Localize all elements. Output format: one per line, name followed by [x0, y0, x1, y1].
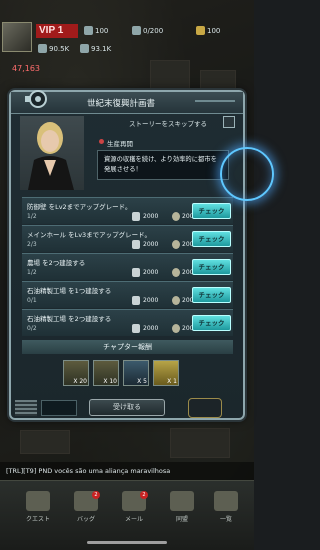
supply-crate-icon[interactable]: X 10 [93, 360, 119, 386]
nav-alliance[interactable]: 同盟 [162, 491, 202, 523]
gold-icon [196, 26, 205, 35]
check-button[interactable]: チェック [192, 315, 231, 331]
reward-count: X 10 [103, 378, 117, 385]
reward-count: X 20 [73, 378, 87, 385]
food-icon [172, 212, 180, 221]
quest-progress: 1/2 [27, 269, 37, 276]
quest-row: 石油精製工場 を1つ建設する 0/1 2000 2000 チェック [22, 281, 233, 308]
reward-silver-value: 2000 [143, 213, 159, 220]
check-button[interactable]: チェック [192, 287, 231, 303]
notification-badge: 2 [140, 491, 148, 499]
skip-story-label: ストーリーをスキップする [129, 120, 207, 128]
home-indicator[interactable] [87, 541, 167, 544]
claim-button[interactable]: 受け取る [89, 399, 165, 416]
food-icon [172, 296, 180, 305]
food-icon [172, 268, 180, 277]
quest-list: 防御壁 をLv2までアップグレード。 1/2 2000 2000 チェック メイ… [22, 197, 233, 337]
diamond-icon [84, 26, 93, 35]
quest-text: 防御壁 をLv2までアップグレード。 [27, 203, 132, 211]
mission-plan-dialog: 世紀末復興計画書 ストーリーをスキップする 生産再開 資源の収穫を続け、より効率… [9, 90, 245, 420]
quest-row: 農場 を2つ建設する 1/2 2000 2000 チェック [22, 253, 233, 280]
dialog-title: 世紀末復興計画書 [86, 99, 155, 109]
nav-bag[interactable]: 2 バッグ [66, 491, 106, 523]
menu-lines-icon [15, 400, 37, 416]
silver-icon [132, 212, 140, 221]
list-icon [214, 491, 238, 511]
reward-count: X 1 [167, 378, 177, 385]
reward-silver-value: 2000 [143, 269, 159, 276]
food-icon [38, 44, 47, 53]
quest-row: 防御壁 をLv2までアップグレード。 1/2 2000 2000 チェック [22, 197, 233, 224]
advisor-portrait [20, 116, 84, 190]
notification-badge: 2 [92, 491, 100, 499]
resource-troops[interactable]: 0/200 [132, 26, 163, 35]
food-icon [172, 324, 180, 333]
nav-label: メール [124, 516, 143, 523]
advisor-figure-icon [28, 122, 74, 190]
silver-icon [132, 324, 140, 333]
alliance-icon [170, 491, 194, 511]
nav-label: クエスト [25, 516, 50, 523]
quest-row: 石油精製工場 を2つ建設する 0/2 2000 2000 チェック [22, 309, 233, 336]
gold-bar-icon[interactable]: X 1 [153, 360, 179, 386]
quest-text: メインホール をLv3までアップグレード。 [27, 231, 152, 239]
reward-count: X 5 [137, 378, 147, 385]
tutorial-highlight-ring [220, 147, 274, 201]
quest-progress: 0/2 [27, 325, 37, 332]
oil-icon [80, 44, 89, 53]
reward-silver-value: 2000 [143, 297, 159, 304]
alliance-chat-ticker[interactable]: [TRL][T9] PND vocês são uma aliança mara… [0, 462, 254, 480]
skip-story-checkbox[interactable] [223, 116, 235, 128]
silver-icon [132, 296, 140, 305]
resource-oil[interactable]: 93.1K [80, 44, 111, 53]
nav-label: 一覧 [219, 516, 232, 523]
power-value: 47,163 [12, 64, 40, 73]
chapter-name: 生産再開 [107, 140, 133, 148]
vip-badge[interactable]: VIP 1 [36, 24, 78, 38]
top-hud: VIP 1 100 0/200 100 90.5K 93.1K [0, 0, 254, 62]
check-button[interactable]: チェック [192, 259, 231, 275]
nav-quest[interactable]: クエスト [18, 491, 58, 523]
quest-progress: 2/3 [27, 241, 37, 248]
check-button[interactable]: チェック [192, 203, 231, 219]
chapter-marker-icon [99, 139, 104, 144]
troops-icon [132, 26, 141, 35]
nav-label: 同盟 [175, 516, 188, 523]
nav-list[interactable]: 一覧 [206, 491, 246, 523]
reward-silver-value: 2000 [143, 325, 159, 332]
nav-mail[interactable]: 2 メール [114, 491, 154, 523]
silver-icon [132, 268, 140, 277]
silver-icon [132, 240, 140, 249]
indicator-lights-icon [188, 398, 222, 418]
chapter-reward-list: X 20 X 10 X 5 X 1 [63, 360, 179, 386]
reward-silver-value: 2000 [143, 241, 159, 248]
dialog-header: 世紀末復興計画書 [11, 90, 243, 114]
quest-text: 石油精製工場 を1つ建設する [27, 287, 112, 295]
quest-text: 農場 を2つ建設する [27, 259, 86, 267]
chapter-reward-heading: チャプター報酬 [22, 340, 233, 354]
resource-gold[interactable]: 100 [196, 26, 220, 35]
quest-progress: 1/2 [27, 213, 37, 220]
player-avatar[interactable] [2, 22, 32, 52]
nav-label: バッグ [76, 516, 95, 523]
food-icon [172, 240, 180, 249]
bottom-navigation: クエスト 2 バッグ 2 メール 同盟 一覧 [0, 480, 254, 550]
monitor-screen-icon [41, 400, 77, 416]
header-ornament [195, 100, 235, 102]
quest-text: 石油精製工場 を2つ建設する [27, 315, 112, 323]
resource-diamond[interactable]: 100 [84, 26, 108, 35]
quest-row: メインホール をLv3までアップグレード。 2/3 2000 2000 チェック [22, 225, 233, 252]
camera-icon [25, 90, 47, 108]
quest-icon [26, 491, 50, 511]
troop-recruit-icon[interactable]: X 5 [123, 360, 149, 386]
resource-food[interactable]: 90.5K [38, 44, 69, 53]
check-button[interactable]: チェック [192, 231, 231, 247]
speedup-5min-icon[interactable]: X 20 [63, 360, 89, 386]
story-text: 資源の収穫を続け、より効率的に都市を発展させる！ [97, 150, 229, 180]
quest-progress: 0/1 [27, 297, 37, 304]
